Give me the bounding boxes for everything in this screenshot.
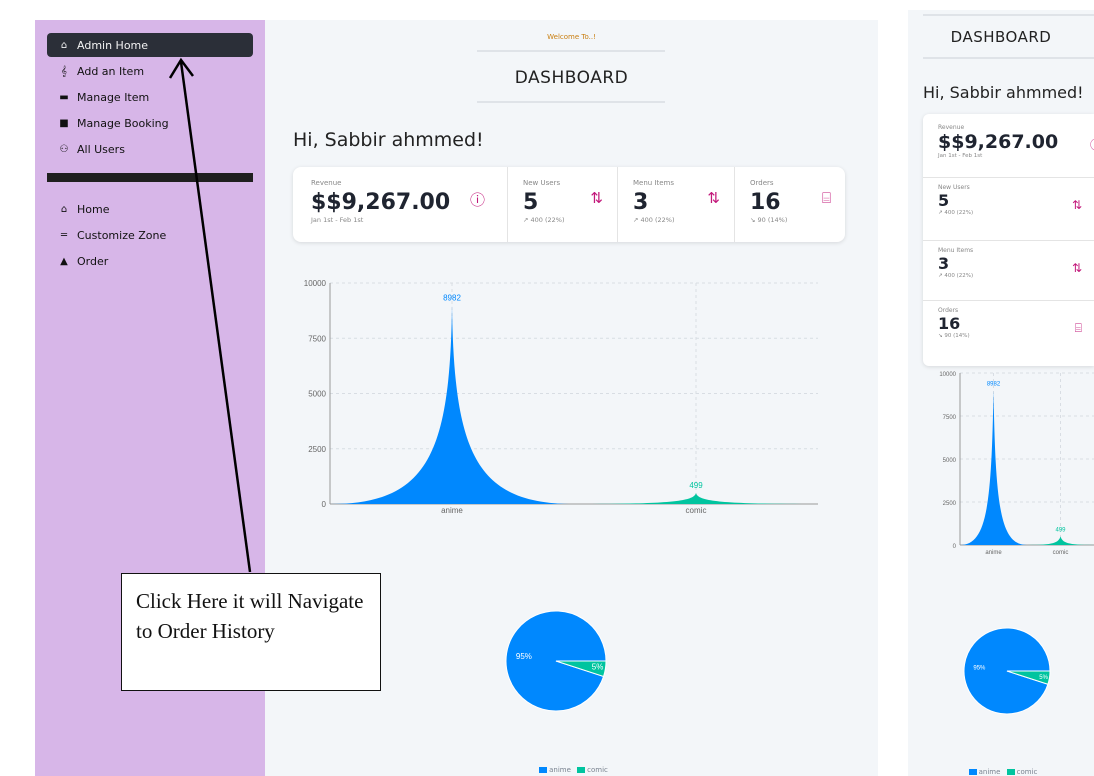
annotation-callout: Click Here it will Navigate to Order His… xyxy=(121,573,381,691)
screenshot-root: ⌂ Admin Home 𝄞 Add an Item ▬ Manage Item… xyxy=(0,0,1094,776)
